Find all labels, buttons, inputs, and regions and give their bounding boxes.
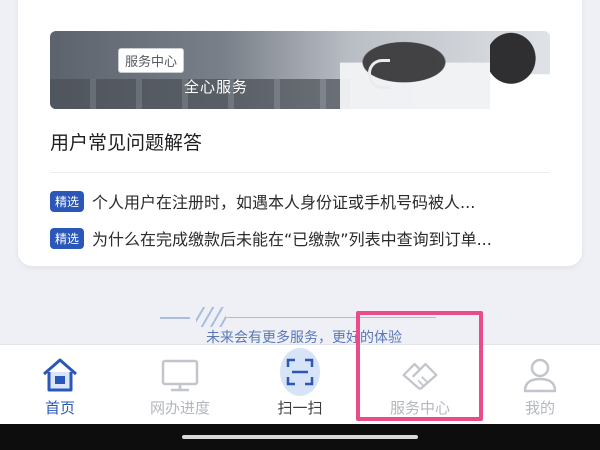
home-icon bbox=[40, 355, 80, 395]
divider bbox=[50, 172, 550, 173]
faq-section-title[interactable]: 用户常见问题解答 bbox=[50, 128, 202, 155]
tab-service-center[interactable]: 服务中心 bbox=[360, 345, 480, 425]
tab-label: 网办进度 bbox=[149, 399, 210, 417]
tab-label: 服务中心 bbox=[389, 399, 450, 417]
home-indicator[interactable] bbox=[182, 435, 418, 439]
featured-badge: 精选 bbox=[50, 190, 85, 212]
faq-question: 个人用户在注册时，如遇本人身份证或手机号码被人... bbox=[92, 193, 476, 212]
tab-label: 我的 bbox=[524, 399, 555, 417]
banner-agent-image bbox=[340, 31, 500, 109]
headset-graphic bbox=[368, 59, 390, 89]
hint-decoration bbox=[196, 307, 226, 327]
featured-badge: 精选 bbox=[50, 227, 85, 249]
tab-home[interactable]: 首页 bbox=[0, 345, 120, 425]
scan-button-circle bbox=[280, 348, 320, 396]
faq-item[interactable]: 精选 为什么在完成缴款后未能在“已缴款”列表中查询到订单... bbox=[50, 226, 550, 250]
bottom-tab-bar: 首页 网办进度 扫一扫 服务中心 我的 bbox=[0, 344, 600, 424]
user-icon bbox=[520, 355, 560, 395]
tab-progress[interactable]: 网办进度 bbox=[120, 345, 240, 425]
tab-label: 首页 bbox=[44, 399, 75, 417]
faq-item[interactable]: 精选 个人用户在注册时，如遇本人身份证或手机号码被人... bbox=[50, 189, 550, 213]
faq-question: 为什么在完成缴款后未能在“已缴款”列表中查询到订单... bbox=[92, 230, 492, 249]
handshake-icon bbox=[400, 355, 440, 395]
hint-decoration bbox=[160, 317, 190, 319]
tab-mine[interactable]: 我的 bbox=[480, 345, 600, 425]
system-navigation-bar bbox=[0, 424, 600, 450]
tab-label: 扫一扫 bbox=[277, 399, 323, 417]
monitor-icon bbox=[160, 355, 200, 395]
hint-decoration bbox=[226, 317, 436, 318]
tab-scan[interactable]: 扫一扫 bbox=[240, 345, 360, 425]
banner-subtitle: 全心服务 bbox=[184, 78, 249, 96]
banner-tag: 服务中心 bbox=[118, 48, 185, 73]
banner-agent-image-2 bbox=[490, 31, 550, 109]
more-services-hint: 未来会有更多服务，更好的体验 bbox=[0, 305, 600, 346]
scan-icon bbox=[280, 348, 320, 396]
